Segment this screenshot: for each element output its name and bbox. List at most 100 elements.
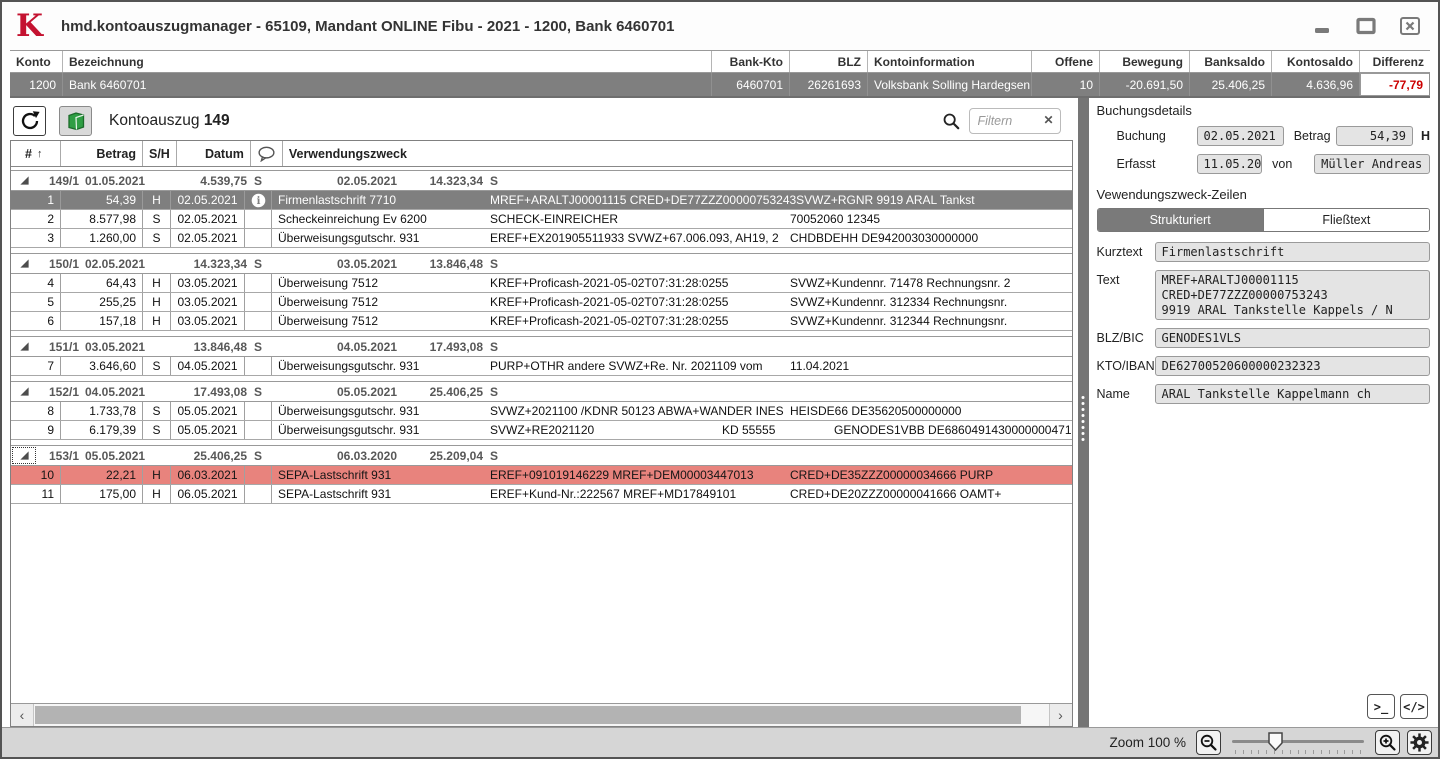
group-start-date: 05.05.2021 xyxy=(85,449,163,463)
panel-splitter[interactable] xyxy=(1078,98,1089,727)
scroll-right-icon[interactable]: › xyxy=(1049,704,1072,726)
col-bewegung: Bewegung xyxy=(1100,51,1190,72)
row-verwendungszweck: Überweisungsgutschr. 931SVWZ+2021100 /KD… xyxy=(272,402,1072,420)
row-datum: 03.05.2021 xyxy=(171,274,245,292)
transaction-row[interactable]: 5 255,25 H 03.05.2021 Überweisung 7512KR… xyxy=(11,293,1072,312)
group-header-row[interactable]: 151/1 03.05.2021 13.846,48 S 04.05.2021 … xyxy=(11,336,1072,357)
maximize-icon[interactable] xyxy=(1354,14,1378,38)
zweck-part: Firmenlastschrift 7710 xyxy=(278,193,490,207)
collapse-caret-icon[interactable] xyxy=(11,446,37,465)
kurztext-field[interactable]: Firmenlastschrift xyxy=(1155,242,1430,262)
scrollbar-thumb[interactable] xyxy=(35,706,1021,724)
zoom-out-button[interactable] xyxy=(1196,730,1221,755)
transaction-row[interactable]: 8 1.733,78 S 05.05.2021 Überweisungsguts… xyxy=(11,402,1072,421)
details-heading: Buchungsdetails xyxy=(1097,103,1430,118)
col-betrag[interactable]: Betrag xyxy=(61,141,143,166)
group-header-row[interactable]: 152/1 04.05.2021 17.493,08 S 05.05.2021 … xyxy=(11,381,1072,402)
tab-strukturiert[interactable]: Strukturiert xyxy=(1098,209,1263,231)
group-end-date: 04.05.2021 xyxy=(325,340,409,354)
name-field[interactable]: ARAL Tankstelle Kappelmann ch xyxy=(1155,384,1430,404)
row-datum: 03.05.2021 xyxy=(171,312,245,330)
kto-field[interactable]: DE62700520600000232323 xyxy=(1155,356,1430,376)
collapse-caret-icon[interactable] xyxy=(11,382,37,401)
erfasst-row: Erfasst 11.05.2021 von Müller Andreas xyxy=(1097,154,1430,174)
zweck-part: SEPA-Lastschrift 931 xyxy=(278,468,490,482)
col-row-number[interactable]: # ↑ xyxy=(11,141,61,166)
zweck-part: SVWZ+RE2021120 xyxy=(490,423,722,437)
group-statement-number: 149/1 xyxy=(37,174,85,188)
zweck-part: Überweisungsgutschr. 931 xyxy=(278,423,490,437)
account-bewegung: -20.691,50 xyxy=(1100,73,1190,96)
svg-text:i: i xyxy=(256,196,260,207)
collapse-caret-icon[interactable] xyxy=(11,337,37,356)
group-header-row[interactable]: 153/1 05.05.2021 25.406,25 S 06.03.2020 … xyxy=(11,445,1072,466)
group-start-date: 04.05.2021 xyxy=(85,385,163,399)
text-label: Text xyxy=(1097,270,1155,287)
blz-field[interactable]: GENODES1VLS xyxy=(1155,328,1430,348)
statement-book-button[interactable] xyxy=(59,106,92,136)
transaction-row[interactable]: 2 8.577,98 S 02.05.2021 Scheckeinreichun… xyxy=(11,210,1072,229)
row-datum: 02.05.2021 xyxy=(171,210,245,228)
scrollbar-track[interactable] xyxy=(34,704,1049,726)
row-comment-cell xyxy=(245,293,272,311)
col-konto: Konto xyxy=(10,51,63,72)
gear-icon xyxy=(1409,732,1430,753)
zoom-slider[interactable] xyxy=(1228,730,1368,756)
account-row[interactable]: 1200 Bank 6460701 6460701 26261693 Volks… xyxy=(10,73,1430,96)
text-field[interactable]: MREF+ARALTJ00001115 CRED+DE77ZZZ00000753… xyxy=(1155,270,1430,320)
col-comment[interactable] xyxy=(251,141,283,166)
zoom-slider-track[interactable] xyxy=(1232,740,1364,743)
group-start-sh: S xyxy=(247,174,269,188)
group-start-saldo: 17.493,08 xyxy=(163,385,247,399)
col-sh[interactable]: S/H xyxy=(143,141,177,166)
group-header-row[interactable]: 149/1 01.05.2021 4.539,75 S 02.05.2021 1… xyxy=(11,170,1072,191)
settings-button[interactable] xyxy=(1407,730,1432,755)
zweck-part: GENODES1VBB DE6860491430000000471 xyxy=(834,423,1072,437)
collapse-caret-icon[interactable] xyxy=(11,171,37,190)
tab-fliesstext[interactable]: Fließtext xyxy=(1263,209,1429,231)
kurztext-label: Kurztext xyxy=(1097,242,1155,259)
zoom-slider-thumb[interactable] xyxy=(1268,732,1283,756)
group-rows: 7 3.646,60 S 04.05.2021 Überweisungsguts… xyxy=(11,357,1072,376)
erfasst-date-field[interactable]: 11.05.2021 xyxy=(1197,154,1263,174)
col-verwendungszweck[interactable]: Verwendungszweck xyxy=(283,141,1072,166)
row-comment-cell xyxy=(245,421,272,439)
zoom-in-icon xyxy=(1378,733,1398,753)
betrag-field[interactable]: 54,39 xyxy=(1336,126,1413,146)
scroll-left-icon[interactable]: ‹ xyxy=(11,704,34,726)
zweck-part: SVWZ+Kundennr. 312344 Rechnungsnr. xyxy=(790,314,1007,328)
group-rows: 8 1.733,78 S 05.05.2021 Überweisungsguts… xyxy=(11,402,1072,440)
code-button[interactable]: </> xyxy=(1400,694,1428,719)
close-icon[interactable] xyxy=(1398,14,1422,38)
transaction-row[interactable]: 1 54,39 H 02.05.2021 i Firmenlastschrift… xyxy=(11,191,1072,210)
buchung-date-field[interactable]: 02.05.2021 xyxy=(1197,126,1284,146)
transaction-row[interactable]: 3 1.260,00 S 02.05.2021 Überweisungsguts… xyxy=(11,229,1072,248)
row-datum: 06.05.2021 xyxy=(171,485,245,503)
transaction-row[interactable]: 9 6.179,39 S 05.05.2021 Überweisungsguts… xyxy=(11,421,1072,440)
von-field[interactable]: Müller Andreas xyxy=(1314,154,1430,174)
zweck-part: CHDBDEHH DE942003030000000 xyxy=(790,231,978,245)
filter-field-wrap: ✕ xyxy=(969,108,1061,134)
transaction-row[interactable]: 7 3.646,60 S 04.05.2021 Überweisungsguts… xyxy=(11,357,1072,376)
row-number: 2 xyxy=(11,210,61,228)
terminal-button[interactable]: >_ xyxy=(1367,694,1395,719)
group-header-row[interactable]: 150/1 02.05.2021 14.323,34 S 03.05.2021 … xyxy=(11,253,1072,274)
transaction-row[interactable]: 11 175,00 H 06.05.2021 SEPA-Lastschrift … xyxy=(11,485,1072,504)
app-logo: K xyxy=(16,11,43,42)
refresh-icon xyxy=(19,110,41,132)
collapse-caret-icon[interactable] xyxy=(11,254,37,273)
transaction-row[interactable]: 10 22,21 H 06.03.2021 SEPA-Lastschrift 9… xyxy=(11,466,1072,485)
details-panel: Buchungsdetails Buchung 02.05.2021 Betra… xyxy=(1089,98,1438,727)
minimize-icon[interactable] xyxy=(1310,14,1334,38)
transaction-row[interactable]: 6 157,18 H 03.05.2021 Überweisung 7512KR… xyxy=(11,312,1072,331)
blz-label: BLZ/BIC xyxy=(1097,328,1155,345)
horizontal-scrollbar[interactable]: ‹ › xyxy=(11,703,1072,726)
splitter-grip-icon xyxy=(1082,396,1085,441)
zweck-part: Überweisung 7512 xyxy=(278,295,490,309)
clear-filter-icon[interactable]: ✕ xyxy=(1043,114,1053,126)
col-datum[interactable]: Datum xyxy=(177,141,251,166)
group-start-sh: S xyxy=(247,449,269,463)
transaction-row[interactable]: 4 64,43 H 03.05.2021 Überweisung 7512KRE… xyxy=(11,274,1072,293)
refresh-button[interactable] xyxy=(13,106,46,136)
zoom-in-button[interactable] xyxy=(1375,730,1400,755)
